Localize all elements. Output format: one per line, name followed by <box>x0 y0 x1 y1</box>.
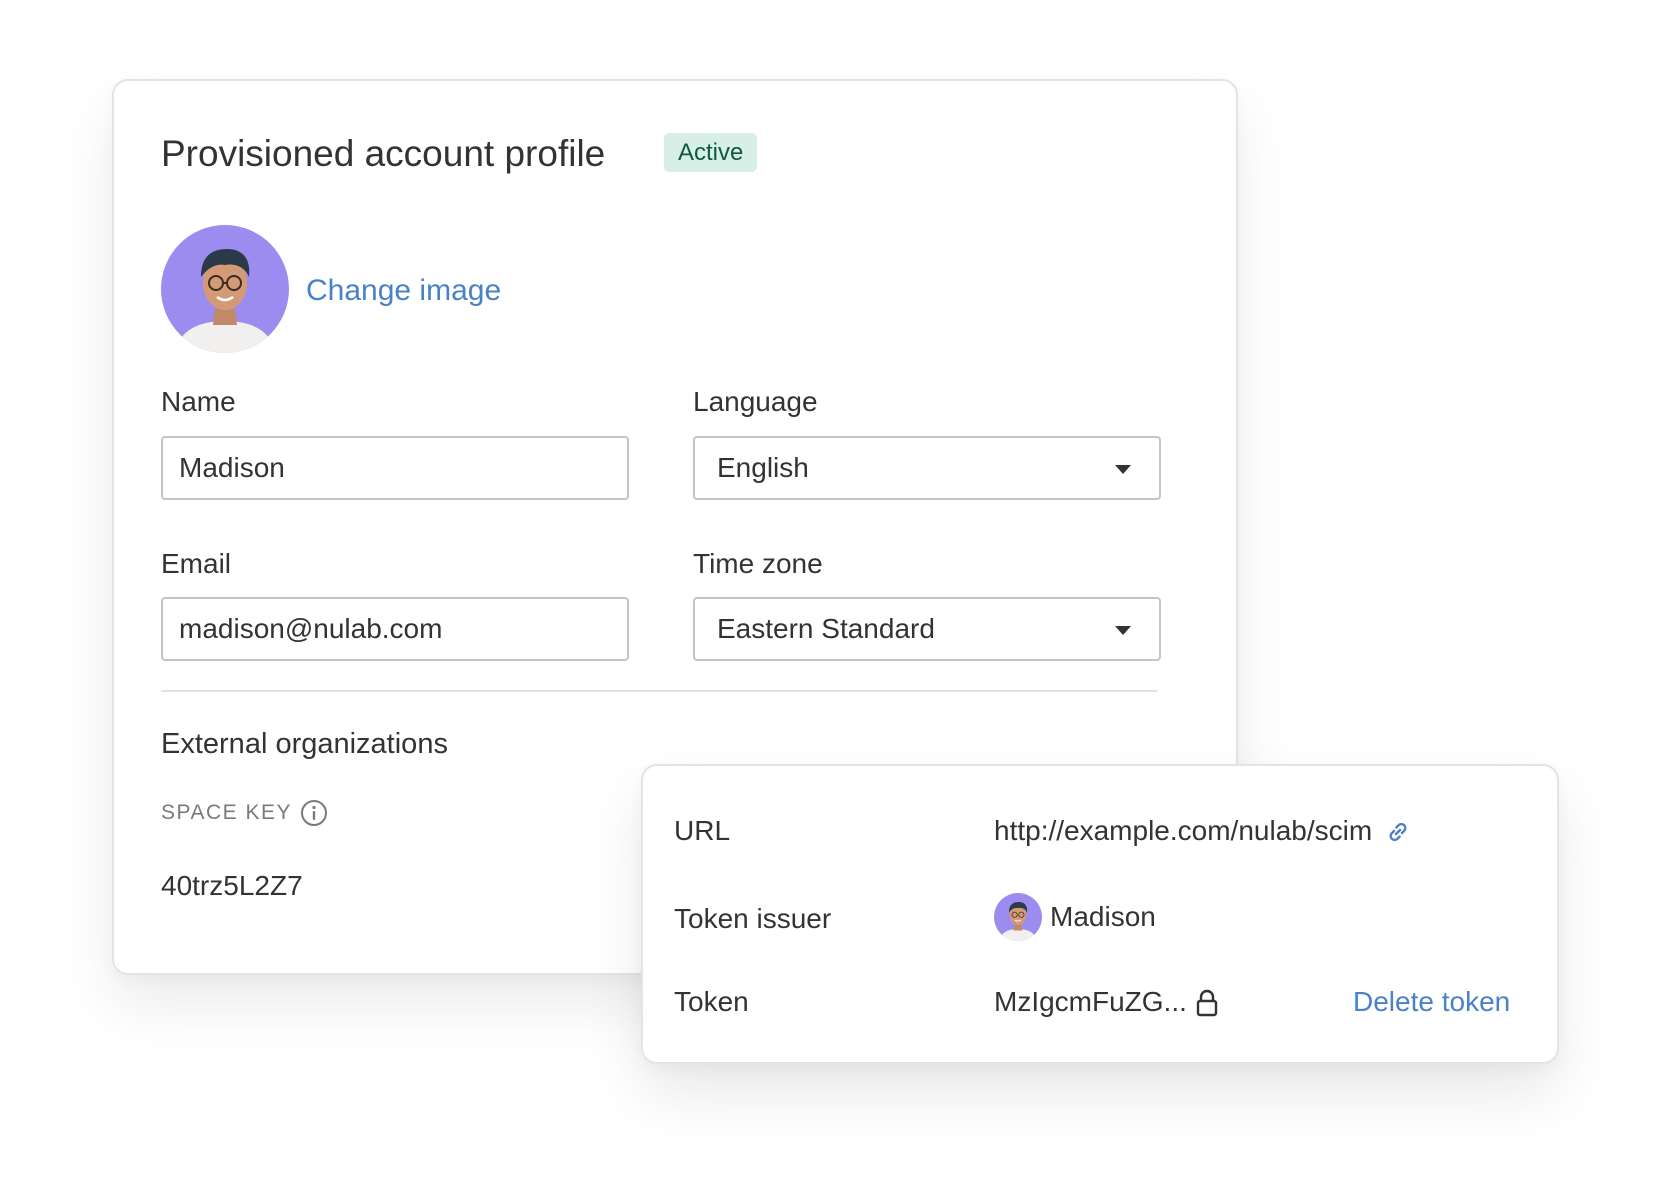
url-label: URL <box>674 815 731 846</box>
name-label: Name <box>161 386 236 417</box>
token-row-value: MzIgcmFuZG... <box>994 982 1219 1022</box>
delete-token-button[interactable]: Delete token <box>1353 982 1510 1022</box>
caret-down-icon <box>1115 465 1131 474</box>
timezone-label: Time zone <box>693 548 823 579</box>
caret-down-icon <box>1115 626 1131 635</box>
language-select[interactable]: English <box>693 436 1161 500</box>
info-circle-icon[interactable] <box>300 799 328 827</box>
timezone-select[interactable]: Eastern Standard <box>693 597 1161 661</box>
avatar <box>994 893 1042 941</box>
email-input[interactable] <box>161 597 629 661</box>
token-value: MzIgcmFuZG... <box>994 986 1187 1017</box>
user-photo-icon <box>994 893 1042 941</box>
url-row-value: http://example.com/nulab/scim <box>994 811 1412 851</box>
email-label: Email <box>161 548 232 579</box>
name-input[interactable] <box>161 436 629 500</box>
external-organizations-title: External organizations <box>161 728 448 760</box>
space-key-label-text: SPACE KEY <box>161 801 292 824</box>
token-issuer-label: Token issuer <box>674 903 832 934</box>
space-key-label: SPACE KEY <box>161 797 328 829</box>
token-issuer-row-value: Madison <box>994 893 1156 941</box>
token-label: Token <box>674 986 749 1017</box>
space-key-value: 40trz5L2Z7 <box>161 870 303 901</box>
page-title: Provisioned account profile <box>161 133 606 174</box>
chain-link-icon[interactable] <box>1384 817 1412 845</box>
section-divider <box>161 690 1157 692</box>
language-label: Language <box>693 386 818 417</box>
avatar[interactable] <box>161 225 289 353</box>
user-photo-icon <box>161 225 289 353</box>
lock-icon <box>1195 988 1219 1017</box>
url-value: http://example.com/nulab/scim <box>994 815 1373 846</box>
change-image-link[interactable]: Change image <box>306 271 501 311</box>
status-badge: Active <box>664 133 758 172</box>
timezone-select-value: Eastern Standard <box>717 613 935 644</box>
language-select-value: English <box>717 452 809 483</box>
token-issuer-value: Madison <box>1050 901 1156 932</box>
